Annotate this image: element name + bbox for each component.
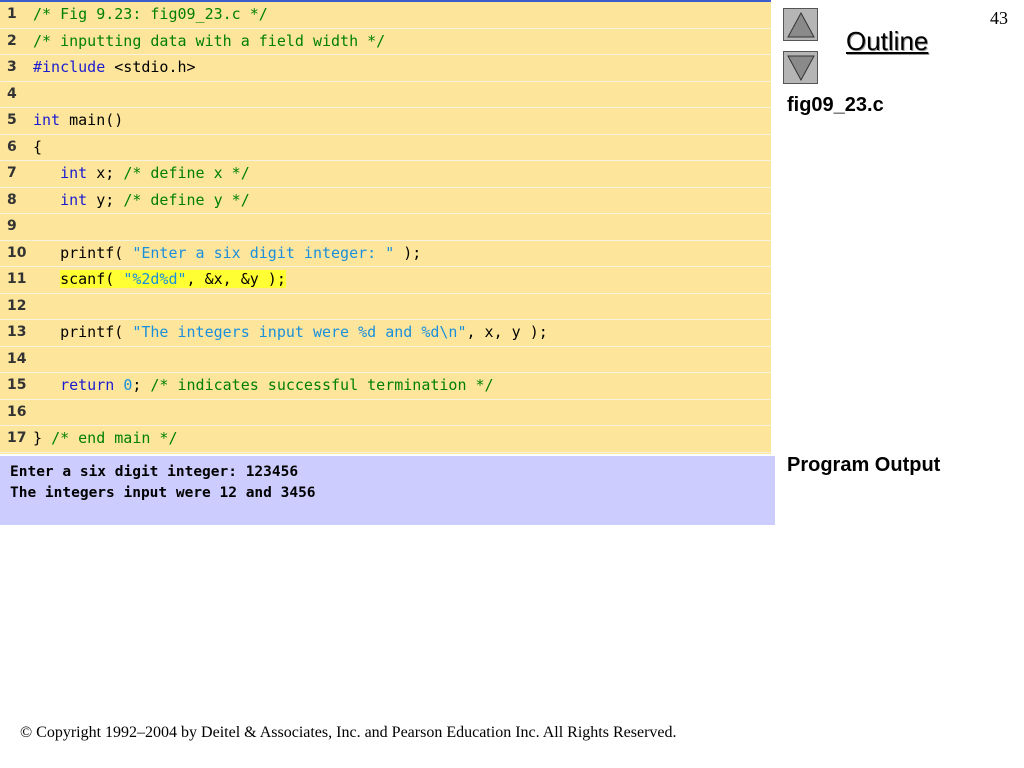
code-token: int — [33, 111, 61, 129]
line-number: 16 — [7, 403, 27, 420]
code-token: <stdio.h> — [105, 58, 196, 76]
code-text: #include <stdio.h> — [33, 55, 196, 80]
program-output-label: Program Output — [787, 454, 941, 476]
program-output-panel: Enter a six digit integer: 123456 The in… — [0, 456, 775, 525]
code-token: /* indicates successful termination */ — [150, 376, 494, 394]
code-line: 17} /* end main */ — [0, 426, 771, 453]
code-text: } /* end main */ — [33, 426, 178, 451]
line-number: 2 — [7, 32, 17, 49]
code-text: printf( "Enter a six digit integer: " ); — [33, 241, 421, 266]
line-number: 1 — [7, 6, 17, 22]
line-number: 11 — [7, 271, 27, 287]
code-text: /* inputting data with a field width */ — [33, 29, 385, 54]
code-token: x; — [87, 164, 124, 182]
line-number: 14 — [7, 350, 27, 367]
code-text: int x; /* define x */ — [33, 161, 250, 186]
code-line: 14 — [0, 347, 771, 373]
line-number: 3 — [7, 59, 17, 75]
code-text: printf( "The integers input were %d and … — [33, 320, 548, 345]
code-text: int main() — [33, 108, 123, 133]
code-token: y; — [87, 190, 124, 209]
code-line: 3 #include <stdio.h> — [0, 55, 771, 82]
code-token: { — [33, 137, 43, 156]
code-token: 0 — [123, 376, 133, 394]
code-line: 4 — [0, 82, 771, 108]
line-number: 4 — [7, 85, 17, 102]
code-token: "The integers input were %d and %d\n" — [132, 323, 467, 341]
line-number: 10 — [7, 244, 27, 261]
output-line: Enter a six digit integer: 123456 — [10, 464, 299, 480]
code-line: 16 — [0, 400, 771, 426]
file-label: fig09_23.c — [787, 94, 884, 116]
code-token: ; — [132, 376, 151, 394]
code-line: 10 printf( "Enter a six digit integer: "… — [0, 241, 771, 267]
code-line: 5 int main() — [0, 108, 771, 135]
code-token: return — [60, 376, 115, 394]
code-line: 15 return 0; /* indicates successful ter… — [0, 373, 771, 400]
code-token: } — [33, 429, 52, 447]
code-text: { — [33, 135, 42, 160]
up-arrow-icon — [787, 12, 815, 38]
line-number: 15 — [7, 377, 27, 393]
code-text: int y; /* define y */ — [33, 188, 250, 213]
code-token: "Enter a six digit integer: " — [132, 243, 395, 262]
next-slide-button[interactable] — [783, 51, 818, 84]
code-token: "%2d%d" — [123, 270, 187, 288]
code-token: printf( — [33, 243, 133, 262]
line-number: 17 — [7, 430, 27, 446]
line-number: 9 — [7, 218, 17, 234]
code-line: 7 int x; /* define x */ — [0, 161, 771, 188]
code-token: /* inputting data with a field width */ — [33, 31, 386, 50]
code-token: #include — [33, 58, 106, 76]
code-token: scanf( — [60, 270, 124, 288]
line-number: 6 — [7, 138, 17, 155]
code-token: /* end main */ — [51, 429, 178, 447]
code-token: /* define x */ — [123, 164, 250, 182]
line-number: 7 — [7, 165, 17, 181]
code-line: 8 int y; /* define y */ — [0, 188, 771, 214]
code-line: 6{ — [0, 135, 771, 161]
code-line: 9 — [0, 214, 771, 241]
code-line: 13 printf( "The integers input were %d a… — [0, 320, 771, 347]
code-line: 1 /* Fig 9.23: fig09_23.c */ — [0, 2, 771, 29]
code-text: scanf( "%2d%d", &x, &y ); — [33, 267, 286, 292]
code-line: 2 /* inputting data with a field width */ — [0, 29, 771, 55]
code-token: printf( — [33, 323, 133, 341]
down-arrow-icon — [787, 55, 815, 81]
code-listing: 1 /* Fig 9.23: fig09_23.c */ 2 /* inputting… — [0, 0, 771, 454]
code-token: int — [60, 164, 88, 182]
code-token: /* Fig 9.23: fig09_23.c */ — [33, 5, 268, 23]
line-number: 12 — [7, 297, 27, 314]
copyright-footer: © Copyright 1992–2004 by Deitel & Associ… — [20, 724, 677, 741]
code-token: int — [60, 190, 88, 209]
code-token: ); — [394, 243, 422, 262]
code-text: /* Fig 9.23: fig09_23.c */ — [33, 2, 268, 27]
code-text: return 0; /* indicates successful termin… — [33, 373, 494, 398]
line-number: 5 — [7, 112, 17, 128]
previous-slide-button[interactable] — [783, 8, 818, 41]
page-number: 43 — [990, 8, 1008, 28]
code-line: 11 scanf( "%2d%d", &x, &y ); — [0, 267, 771, 294]
code-line: 12 — [0, 294, 771, 320]
output-line: The integers input were 12 and 3456 — [10, 485, 316, 501]
outline-link[interactable]: Outline — [846, 26, 928, 57]
code-token: main() — [60, 111, 124, 129]
code-token: , x, y ); — [466, 323, 548, 341]
line-number: 13 — [7, 324, 27, 340]
code-token: /* define y */ — [123, 190, 250, 209]
code-token: , &x, &y ); — [186, 270, 286, 288]
line-number: 8 — [7, 191, 17, 208]
